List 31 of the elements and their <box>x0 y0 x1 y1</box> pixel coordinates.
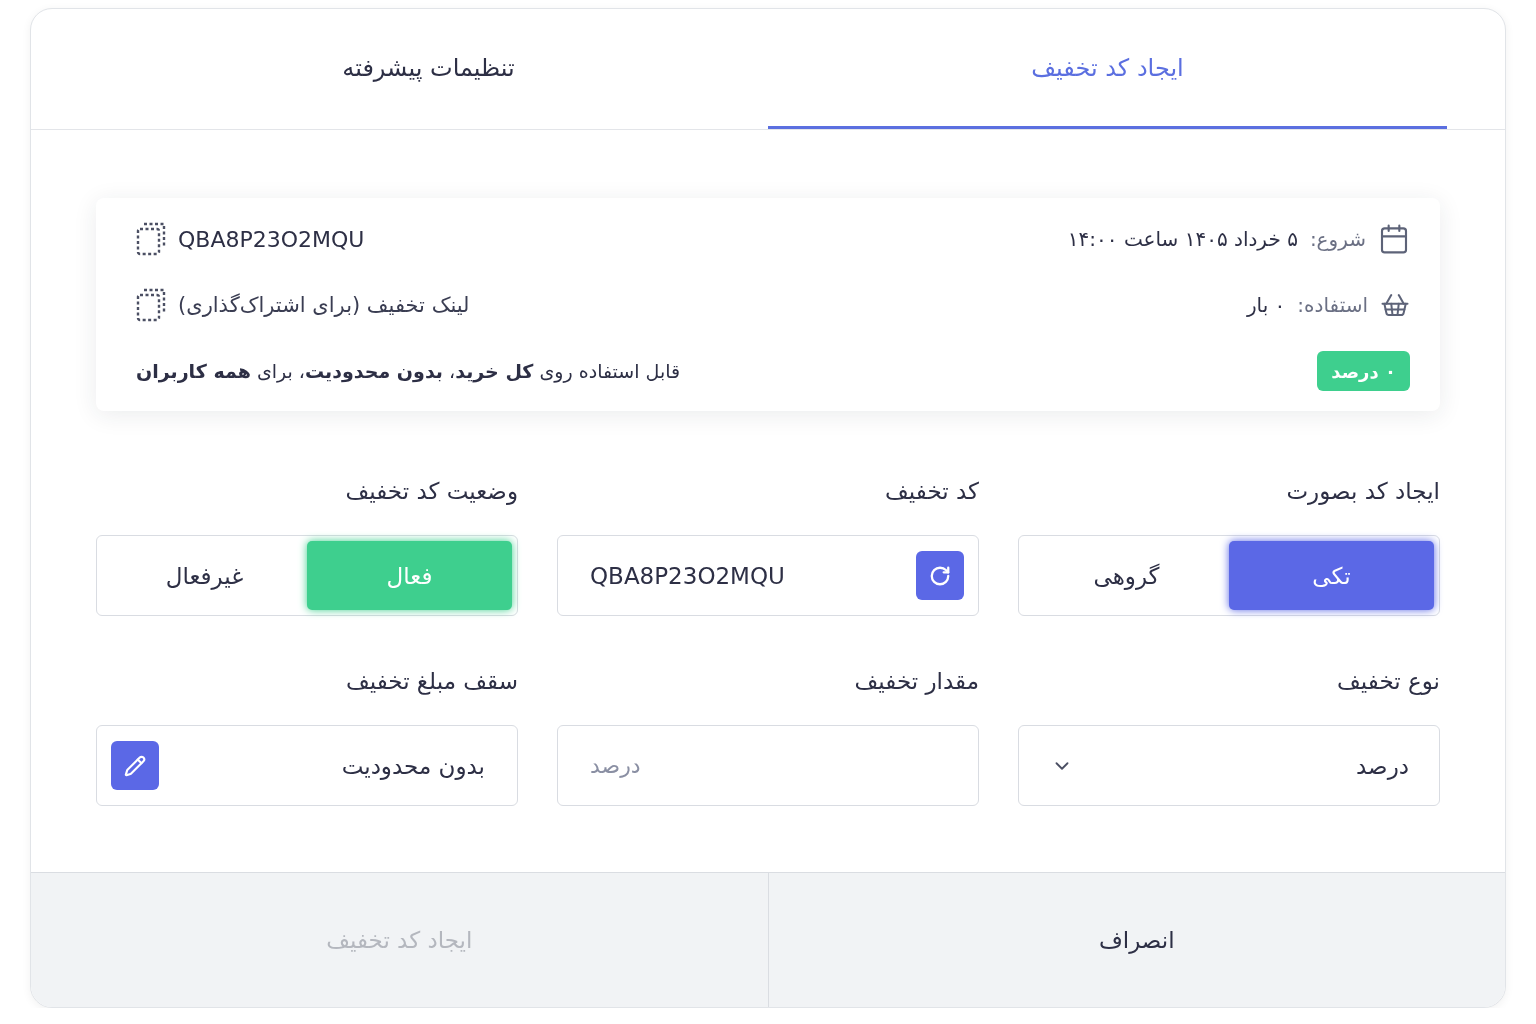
refresh-button[interactable] <box>916 551 964 600</box>
field-label: ایجاد کد بصورت <box>1286 477 1440 507</box>
input-field[interactable]: درصد <box>557 725 979 806</box>
discount-link-text: لینک تخفیف (برای اشتراک‌گذاری) <box>178 293 470 317</box>
discount-badge: ۰ درصد <box>1317 351 1410 391</box>
field-label: سقف مبلغ تخفیف <box>345 667 518 697</box>
tab[interactable]: ایجاد کد تخفیف <box>768 9 1447 129</box>
pencil-icon <box>124 754 146 777</box>
usage-value: ۰ بار <box>1246 293 1286 317</box>
field-label: نوع تخفیف <box>1337 667 1440 697</box>
cancel-button[interactable]: انصراف <box>768 873 1505 1007</box>
start-value: ۵ خرداد ۱۴۰۵ ساعت ۱۴:۰۰ <box>1067 227 1298 251</box>
tab[interactable]: تنظیمات پیشرفته <box>89 9 768 129</box>
select-field[interactable]: درصد <box>1018 725 1440 806</box>
usage-label: استفاده: <box>1297 293 1368 317</box>
copy-icon[interactable] <box>136 288 166 322</box>
start-label: شروع: <box>1309 227 1366 251</box>
usage-description: قابل استفاده روی کل خرید، بدون محدودیت، برای همه کاربران <box>136 360 681 382</box>
discount-code-text: QBA8P23O2MQU <box>178 226 365 252</box>
refresh-icon <box>929 564 951 587</box>
calendar-icon <box>1378 223 1410 255</box>
limit-field[interactable]: بدون محدودیت <box>96 725 518 806</box>
toggle-option[interactable]: گروهی <box>1024 541 1229 610</box>
toggle-option[interactable]: غیرفعال <box>102 541 307 610</box>
code-field[interactable]: QBA8P23O2MQU <box>557 535 979 616</box>
field-label: مقدار تخفیف <box>854 667 979 697</box>
field-label: کد تخفیف <box>885 477 979 506</box>
edit-button[interactable] <box>111 741 159 790</box>
toggle-option[interactable]: تکی <box>1229 541 1434 610</box>
field-label: وضعیت کد تخفیف <box>345 477 518 507</box>
copy-icon[interactable] <box>136 222 166 256</box>
